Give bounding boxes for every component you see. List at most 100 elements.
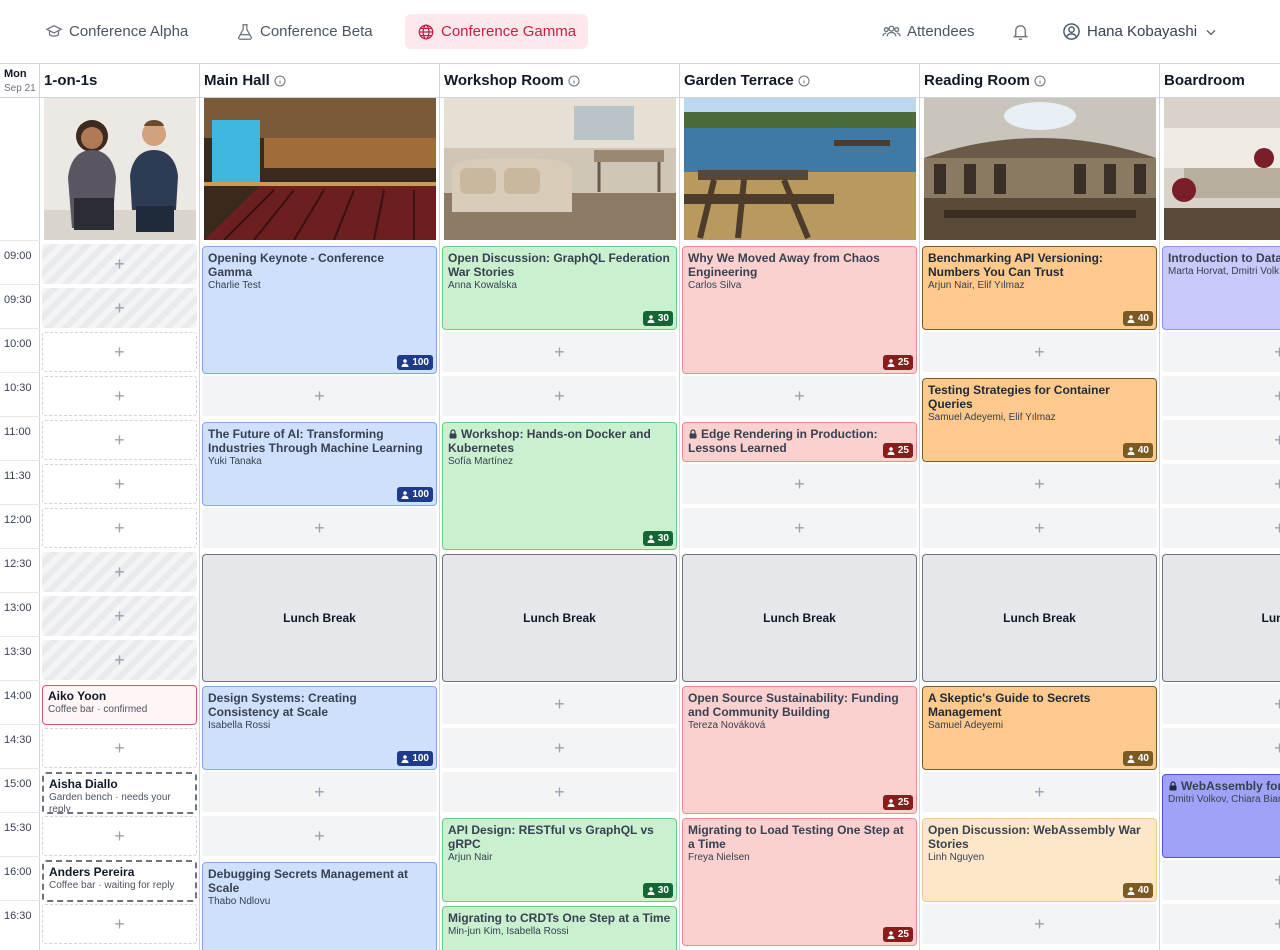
session-title: API Design: RESTful vs GraphQL vs gRPC — [448, 823, 654, 851]
session-speakers: Marta Horvat, Dmitri Volk — [1168, 266, 1280, 277]
empty-slot[interactable]: + — [42, 816, 197, 856]
empty-slot[interactable]: + — [1162, 464, 1280, 504]
empty-slot[interactable]: + — [42, 904, 197, 944]
session-card[interactable]: Design Systems: Creating Consistency at … — [202, 686, 437, 770]
meeting-card[interactable]: Aisha Diallo Garden bench · needs your r… — [42, 772, 197, 814]
day-of-week: Mon — [4, 68, 27, 80]
session-speakers: Arjun Nair, Elif Yılmaz — [928, 280, 1025, 291]
empty-slot[interactable]: + — [922, 904, 1157, 944]
info-icon[interactable] — [1034, 75, 1046, 87]
session-card[interactable]: Migrating to Load Testing One Step at a … — [682, 818, 917, 946]
empty-slot[interactable]: + — [202, 816, 437, 856]
attendees-link[interactable]: Attendees — [882, 14, 975, 49]
lunch-break-card[interactable]: Lunch Break — [682, 554, 917, 682]
date-header: Mon Sep 21 — [0, 64, 40, 98]
empty-slot[interactable]: + — [442, 772, 677, 812]
info-icon[interactable] — [568, 75, 580, 87]
session-card[interactable]: Workshop: Hands-on Docker and Kubernetes… — [442, 422, 677, 550]
empty-slot[interactable]: + — [42, 552, 197, 592]
session-card[interactable]: Testing Strategies for Container Queries… — [922, 378, 1157, 462]
empty-slot[interactable]: + — [442, 684, 677, 724]
session-title: Debugging Secrets Management at Scale — [208, 867, 409, 895]
time-label: 16:00 — [4, 866, 32, 878]
empty-slot[interactable]: + — [42, 640, 197, 680]
user-circle-icon — [1063, 23, 1080, 40]
session-card[interactable]: Edge Rendering in Production: Lessons Le… — [682, 422, 917, 462]
meeting-card[interactable]: Aiko Yoon Coffee bar · confirmed — [42, 685, 197, 725]
capacity-badge: 30 — [642, 883, 673, 898]
empty-slot[interactable]: + — [682, 376, 917, 416]
empty-slot[interactable]: + — [202, 508, 437, 548]
tab-conference-beta[interactable]: Conference Beta — [224, 14, 385, 49]
empty-slot[interactable]: + — [1162, 728, 1280, 768]
chevron-down-icon — [1206, 29, 1216, 35]
empty-slot[interactable]: + — [922, 508, 1157, 548]
empty-slot[interactable]: + — [1162, 376, 1280, 416]
session-speakers: Min-jun Kim, Isabella Rossi — [448, 926, 569, 937]
empty-slot[interactable]: + — [202, 376, 437, 416]
lunch-break-card[interactable]: Lunch Break — [442, 554, 677, 682]
empty-slot[interactable]: + — [42, 508, 197, 548]
lunch-label: Lunch Break — [523, 611, 596, 625]
empty-slot[interactable]: + — [42, 376, 197, 416]
info-icon[interactable] — [274, 75, 286, 87]
user-menu[interactable]: Hana Kobayashi — [1062, 14, 1219, 49]
column-header: Garden Terrace — [680, 64, 919, 98]
empty-slot[interactable]: + — [922, 772, 1157, 812]
empty-slot[interactable]: + — [922, 464, 1157, 504]
empty-slot[interactable]: + — [42, 288, 197, 328]
empty-slot[interactable]: + — [1162, 904, 1280, 944]
lunch-label: Lunch Break — [763, 611, 836, 625]
empty-slot[interactable]: + — [1162, 420, 1280, 460]
tab-conference-gamma[interactable]: Conference Gamma — [405, 14, 589, 49]
session-speakers: Arjun Nair — [448, 852, 493, 863]
column-title: 1-on-1s — [44, 72, 98, 89]
empty-slot[interactable]: + — [42, 596, 197, 636]
person-icon — [647, 886, 655, 895]
session-card[interactable]: The Future of AI: Transforming Industrie… — [202, 422, 437, 506]
meeting-card[interactable]: Anders Pereira Coffee bar · waiting for … — [42, 860, 197, 902]
empty-slot[interactable]: + — [42, 728, 197, 768]
session-card[interactable]: WebAssembly for Dmitri Volkov, Chiara Bi… — [1162, 774, 1280, 858]
empty-slot[interactable]: + — [1162, 508, 1280, 548]
empty-slot[interactable]: + — [42, 244, 197, 284]
empty-slot[interactable]: + — [1162, 332, 1280, 372]
empty-slot[interactable]: + — [442, 332, 677, 372]
empty-slot[interactable]: + — [1162, 860, 1280, 900]
info-icon[interactable] — [798, 75, 810, 87]
session-card[interactable]: Open Discussion: WebAssembly War Stories… — [922, 818, 1157, 902]
session-card[interactable]: Why We Moved Away from Chaos Engineering… — [682, 246, 917, 374]
empty-slot[interactable]: + — [922, 332, 1157, 372]
session-card[interactable]: Debugging Secrets Management at Scale Th… — [202, 862, 437, 950]
empty-slot[interactable]: + — [42, 420, 197, 460]
empty-slot[interactable]: + — [42, 332, 197, 372]
column-workshop-room: Workshop Room Open Discussion: GraphQL F… — [440, 64, 680, 950]
empty-slot[interactable]: + — [202, 772, 437, 812]
session-card[interactable]: Migrating to CRDTs One Step at a Time Mi… — [442, 906, 677, 950]
lunch-break-card[interactable]: Lunch Break — [202, 554, 437, 682]
empty-slot[interactable]: + — [442, 376, 677, 416]
time-label: 11:00 — [4, 426, 31, 438]
session-card[interactable]: Opening Keynote - Conference Gamma Charl… — [202, 246, 437, 374]
session-speakers: Sofía Martínez — [448, 456, 514, 467]
lunch-break-card[interactable]: Lunch Break — [922, 554, 1157, 682]
empty-slot[interactable]: + — [1162, 684, 1280, 724]
person-icon — [887, 358, 895, 367]
empty-slot[interactable]: + — [442, 728, 677, 768]
lunch-break-card[interactable]: Lunch — [1162, 554, 1280, 682]
empty-slot[interactable]: + — [682, 508, 917, 548]
session-card[interactable]: Open Source Sustainability: Funding and … — [682, 686, 917, 814]
notifications-button[interactable] — [1011, 14, 1030, 49]
session-card[interactable]: A Skeptic's Guide to Secrets Management … — [922, 686, 1157, 770]
session-card[interactable]: API Design: RESTful vs GraphQL vs gRPC A… — [442, 818, 677, 902]
empty-slot[interactable]: + — [682, 464, 917, 504]
session-card[interactable]: Introduction to Datab Marta Horvat, Dmit… — [1162, 246, 1280, 330]
capacity-badge: 25 — [882, 927, 913, 942]
lunch-label: Lunch Break — [1003, 611, 1076, 625]
empty-slot[interactable]: + — [42, 464, 197, 504]
time-label: 14:00 — [4, 690, 32, 702]
session-card[interactable]: Open Discussion: GraphQL Federation War … — [442, 246, 677, 330]
time-label: 10:30 — [4, 382, 32, 394]
session-card[interactable]: Benchmarking API Versioning: Numbers You… — [922, 246, 1157, 330]
tab-conference-alpha[interactable]: Conference Alpha — [33, 14, 200, 49]
